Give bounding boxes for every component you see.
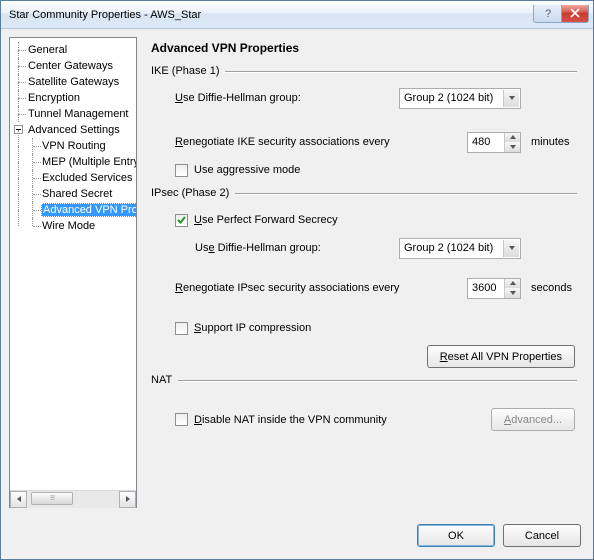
tree-item[interactable]: General: [14, 42, 136, 58]
spin-down-button[interactable]: [505, 288, 520, 298]
scroll-right-button[interactable]: [119, 491, 136, 508]
aggressive-mode-checkbox[interactable]: [175, 164, 188, 177]
ipsec-reneg-input[interactable]: [468, 279, 504, 298]
ipsec-reneg-spinner[interactable]: [467, 278, 521, 299]
ike-reneg-input[interactable]: [468, 133, 504, 152]
ike-group-header: IKE (Phase 1): [151, 65, 577, 77]
pfs-checkbox[interactable]: [175, 214, 188, 227]
titlebar: Star Community Properties - AWS_Star ?: [1, 1, 593, 29]
ipsec-dh-group-select[interactable]: Group 2 (1024 bit): [399, 238, 521, 259]
window-title: Star Community Properties - AWS_Star: [1, 9, 533, 21]
aggressive-mode-label: Use aggressive mode: [194, 164, 300, 176]
ok-button[interactable]: OK: [417, 524, 495, 547]
disable-nat-checkbox[interactable]: [175, 413, 188, 426]
ip-compression-checkbox[interactable]: [175, 322, 188, 335]
spin-down-button[interactable]: [505, 142, 520, 152]
disable-nat-label: Disable NAT inside the VPN community: [194, 414, 387, 426]
pfs-label: Use Perfect Forward Secrecy: [194, 214, 338, 226]
tree-child-item[interactable]: Excluded Services: [14, 170, 136, 186]
ip-compression-label: Support IP compression: [194, 322, 311, 334]
page-title: Advanced VPN Properties: [151, 41, 577, 55]
spin-up-button[interactable]: [505, 133, 520, 143]
tree-child-item[interactable]: Shared Secret: [14, 186, 136, 202]
close-button[interactable]: [561, 5, 589, 23]
chevron-down-icon: [503, 240, 519, 257]
tree-child-item[interactable]: Wire Mode: [14, 218, 136, 234]
svg-text:?: ?: [545, 8, 551, 18]
reset-vpn-properties-button[interactable]: Reset All VPN Properties: [427, 345, 575, 368]
spin-up-button[interactable]: [505, 279, 520, 289]
ike-dh-label: Use Diffie-Hellman group:: [175, 92, 301, 104]
help-button[interactable]: ?: [533, 5, 561, 23]
dialog-window: Star Community Properties - AWS_Star ? G…: [0, 0, 594, 560]
ike-reneg-label: Renegotiate IKE security associations ev…: [175, 136, 390, 148]
ipsec-reneg-unit: seconds: [521, 282, 577, 294]
ike-dh-group-select[interactable]: Group 2 (1024 bit): [399, 88, 521, 109]
cancel-button[interactable]: Cancel: [503, 524, 581, 547]
tree-item[interactable]: Center Gateways: [14, 58, 136, 74]
tree-horizontal-scrollbar[interactable]: [10, 490, 136, 507]
ipsec-group-header: IPsec (Phase 2): [151, 187, 577, 199]
tree-child-item[interactable]: VPN Routing: [14, 138, 136, 154]
ike-reneg-unit: minutes: [521, 136, 577, 148]
tree-item[interactable]: Encryption: [14, 90, 136, 106]
tree-child-item[interactable]: MEP (Multiple Entry Point): [14, 154, 136, 170]
nat-group-header: NAT: [151, 374, 577, 386]
tree-item-advanced-settings[interactable]: Advanced Settings: [14, 122, 136, 138]
ipsec-dh-label: Use Diffie-Hellman group:: [195, 242, 321, 254]
tree-item[interactable]: Satellite Gateways: [14, 74, 136, 90]
nat-advanced-button[interactable]: Advanced...: [491, 408, 575, 431]
nav-tree: GeneralCenter GatewaysSatellite Gateways…: [9, 37, 137, 508]
ike-reneg-spinner[interactable]: [467, 132, 521, 153]
chevron-down-icon: [503, 90, 519, 107]
scroll-left-button[interactable]: [10, 491, 27, 508]
tree-item[interactable]: Tunnel Management: [14, 106, 136, 122]
main-panel: Advanced VPN Properties IKE (Phase 1) Us…: [143, 37, 585, 508]
ipsec-reneg-label: Renegotiate IPsec security associations …: [175, 282, 399, 294]
tree-child-item[interactable]: Advanced VPN Properties: [14, 202, 136, 218]
scroll-thumb[interactable]: [31, 492, 73, 505]
dialog-footer: OK Cancel: [1, 516, 593, 559]
scroll-track[interactable]: [27, 491, 119, 508]
